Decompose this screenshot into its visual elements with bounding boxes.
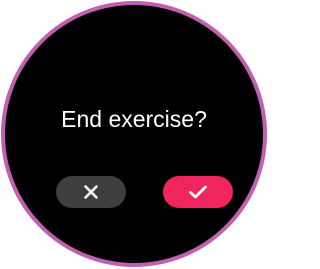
dialog-prompt: End exercise? [61,106,207,132]
confirm-button[interactable] [163,176,233,208]
cancel-button[interactable] [56,176,126,208]
close-icon [84,185,98,199]
check-icon [189,185,207,199]
watch-face: End exercise? [1,1,267,267]
